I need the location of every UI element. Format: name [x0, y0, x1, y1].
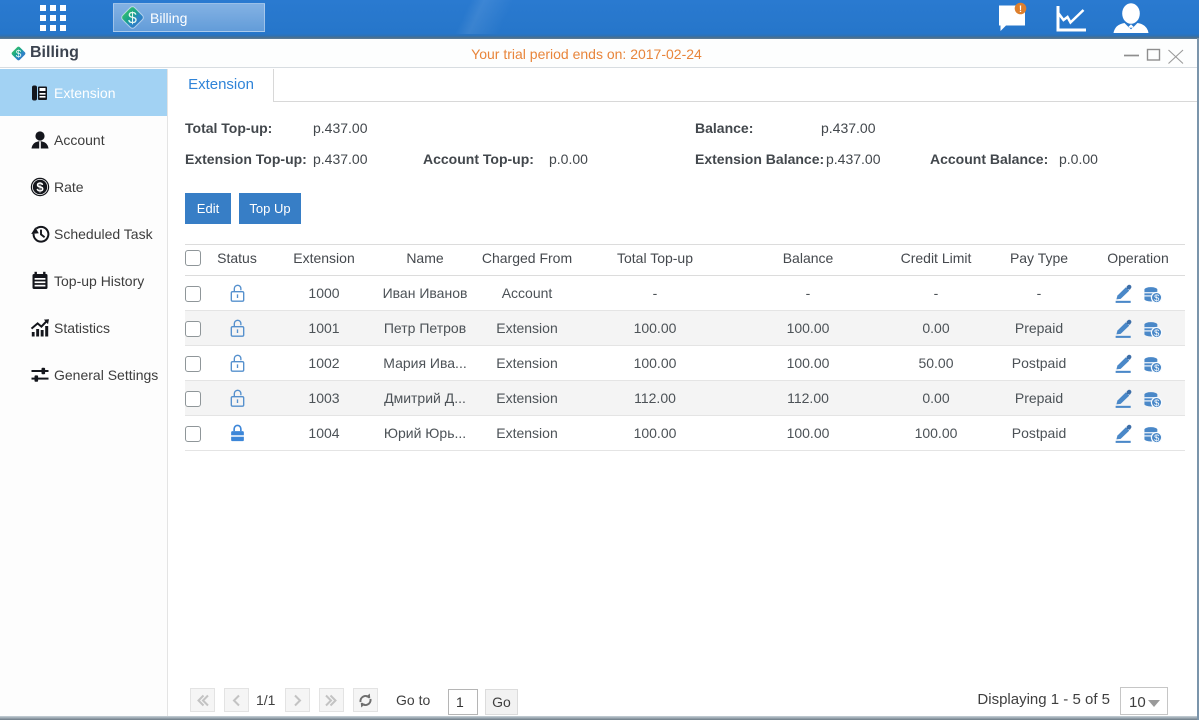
svg-text:$: $ [36, 179, 44, 194]
svg-text:$: $ [1154, 293, 1159, 303]
svg-text:!: ! [1019, 4, 1022, 14]
svg-text:$: $ [1154, 433, 1159, 443]
svg-text:$: $ [1154, 363, 1159, 373]
svg-text:$: $ [1154, 328, 1159, 338]
svg-text:$: $ [128, 10, 137, 27]
svg-text:$: $ [1154, 398, 1159, 408]
